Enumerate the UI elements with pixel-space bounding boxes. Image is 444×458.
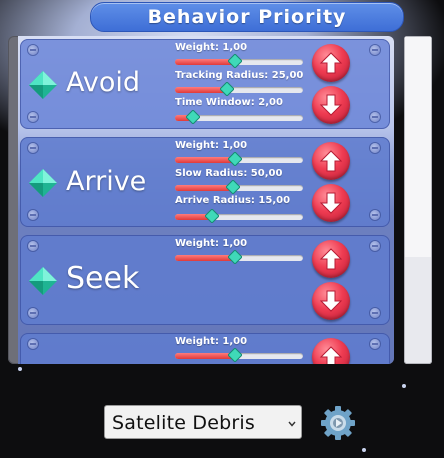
behavior-card-seek[interactable]: Seek Weight: 1,00 — [20, 235, 390, 325]
param-label: Time Window: 2,00 — [175, 97, 283, 108]
arrow-up-icon — [319, 248, 343, 270]
bolt-icon — [28, 45, 38, 55]
param-label: Arrive Radius: 15,00 — [175, 195, 291, 206]
weight-slider[interactable] — [175, 152, 303, 166]
bolt-icon — [370, 112, 380, 122]
slow-radius-slider[interactable] — [175, 180, 303, 194]
move-up-button[interactable] — [312, 142, 350, 180]
tracking-radius-slider[interactable] — [175, 82, 303, 96]
scenario-dropdown[interactable]: Satelite Debris — [104, 405, 302, 439]
gear-icon[interactable] — [320, 405, 356, 441]
bolt-icon — [28, 143, 38, 153]
behavior-name: Arrive — [66, 166, 147, 197]
diamond-gem-icon — [29, 71, 57, 99]
weight-slider[interactable] — [175, 348, 303, 362]
arrive-radius-slider[interactable] — [175, 209, 303, 223]
diamond-gem-icon — [29, 169, 57, 197]
debris-particle — [18, 367, 22, 371]
debris-particle — [402, 384, 406, 388]
behavior-name: Seek — [66, 261, 140, 296]
chevron-down-icon — [288, 421, 296, 427]
behavior-card-arrive[interactable]: Arrive Weight: 1,00 Slow Radius: 50,00 A… — [20, 137, 390, 227]
arrow-down-icon — [319, 94, 343, 116]
arrow-down-icon — [319, 290, 343, 312]
arrow-up-icon — [319, 150, 343, 172]
arrow-up-icon — [319, 52, 343, 74]
title-bar: Behavior Priority — [90, 2, 404, 32]
bolt-icon — [370, 210, 380, 220]
move-up-button[interactable] — [312, 240, 350, 278]
move-up-button[interactable] — [312, 338, 350, 364]
behavior-list-viewport: Avoid Weight: 1,00 Tracking Radius: 25,0… — [18, 36, 394, 364]
arrow-up-icon — [319, 346, 343, 364]
behavior-card-partial[interactable]: Weight: 1,00 — [20, 333, 390, 364]
param-label: Weight: 1,00 — [175, 336, 248, 347]
list-scrollbar[interactable] — [404, 36, 432, 364]
move-down-button[interactable] — [312, 184, 350, 222]
bolt-icon — [370, 339, 380, 349]
param-label: Weight: 1,00 — [175, 238, 248, 249]
bolt-icon — [28, 241, 38, 251]
time-window-slider[interactable] — [175, 110, 303, 124]
scenario-dropdown-value: Satelite Debris — [112, 412, 255, 434]
bolt-icon — [28, 112, 38, 122]
bolt-icon — [28, 210, 38, 220]
param-label: Weight: 1,00 — [175, 42, 248, 53]
behavior-card-avoid[interactable]: Avoid Weight: 1,00 Tracking Radius: 25,0… — [20, 39, 390, 129]
debris-particle — [362, 448, 366, 452]
param-label: Slow Radius: 50,00 — [175, 168, 283, 179]
bolt-icon — [370, 241, 380, 251]
move-down-button[interactable] — [312, 86, 350, 124]
scrollbar-thumb[interactable] — [405, 37, 431, 257]
bolt-icon — [28, 308, 38, 318]
bolt-icon — [370, 45, 380, 55]
behavior-list[interactable]: Avoid Weight: 1,00 Tracking Radius: 25,0… — [8, 36, 394, 364]
page-title: Behavior Priority — [147, 6, 347, 28]
bolt-icon — [370, 308, 380, 318]
bolt-icon — [28, 339, 38, 349]
weight-slider[interactable] — [175, 54, 303, 68]
arrow-down-icon — [319, 192, 343, 214]
param-label: Tracking Radius: 25,00 — [175, 70, 304, 81]
behavior-name: Avoid — [66, 67, 141, 98]
move-down-button[interactable] — [312, 282, 350, 320]
diamond-gem-icon — [29, 267, 57, 295]
param-label: Weight: 1,00 — [175, 140, 248, 151]
bolt-icon — [370, 143, 380, 153]
move-up-button[interactable] — [312, 44, 350, 82]
weight-slider[interactable] — [175, 250, 303, 264]
